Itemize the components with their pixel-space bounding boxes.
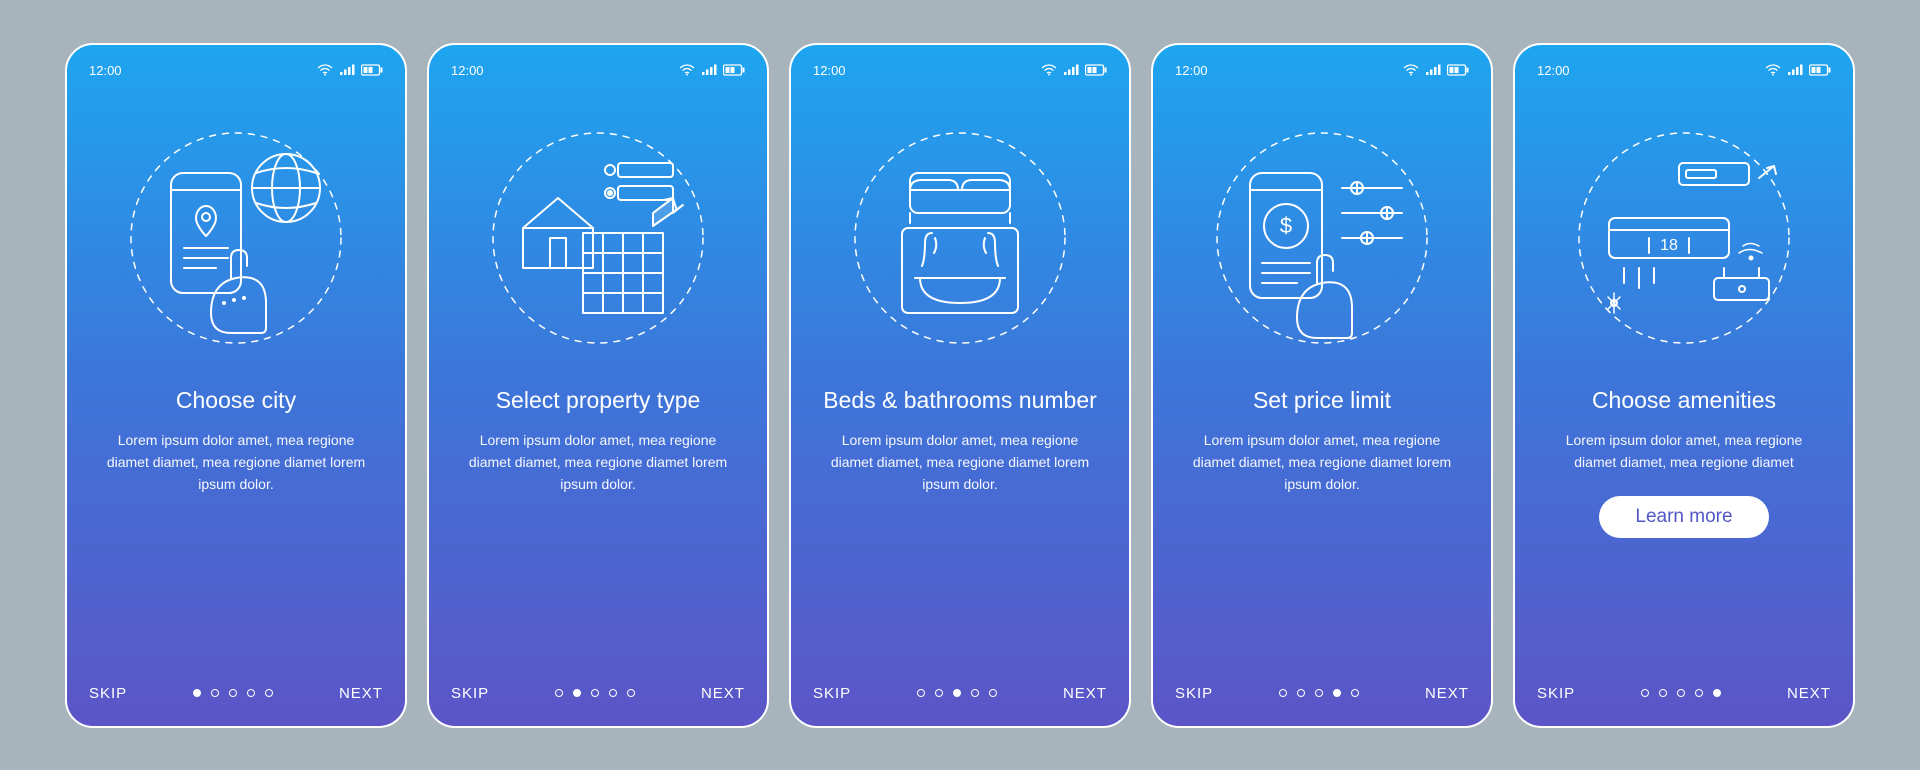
- wifi-icon: [1403, 64, 1419, 76]
- next-button[interactable]: NEXT: [1787, 685, 1831, 702]
- status-bar: 12:00: [89, 63, 383, 78]
- price-limit-icon: $: [1175, 108, 1469, 368]
- onboarding-description: Lorem ipsum dolor amet, mea regione diam…: [89, 430, 383, 495]
- page-dot-0[interactable]: [1279, 689, 1287, 697]
- onboarding-title: Select property type: [451, 386, 745, 415]
- page-dot-2[interactable]: [953, 689, 961, 697]
- page-dot-2[interactable]: [1677, 689, 1685, 697]
- skip-button[interactable]: SKIP: [813, 685, 851, 702]
- wifi-icon: [317, 64, 333, 76]
- page-dot-3[interactable]: [609, 689, 617, 697]
- page-dot-0[interactable]: [555, 689, 563, 697]
- wifi-icon: [1765, 64, 1781, 76]
- onboarding-screen-4: 12:00 18 Choose amenities Lorem ipsum do…: [1513, 43, 1855, 728]
- page-indicator: [555, 689, 635, 697]
- svg-text:18: 18: [1660, 237, 1678, 254]
- choose-city-icon: [89, 108, 383, 368]
- onboarding-description: Lorem ipsum dolor amet, mea regione diam…: [1537, 430, 1831, 473]
- signal-icon: [1425, 64, 1441, 76]
- page-indicator: [1641, 689, 1721, 697]
- svg-text:$: $: [1280, 213, 1292, 238]
- status-time: 12:00: [1175, 63, 1208, 78]
- page-dot-2[interactable]: [229, 689, 237, 697]
- page-dot-2[interactable]: [591, 689, 599, 697]
- next-button[interactable]: NEXT: [1425, 685, 1469, 702]
- skip-button[interactable]: SKIP: [89, 685, 127, 702]
- page-dot-1[interactable]: [935, 689, 943, 697]
- next-button[interactable]: NEXT: [701, 685, 745, 702]
- page-dot-1[interactable]: [1659, 689, 1667, 697]
- page-dot-3[interactable]: [971, 689, 979, 697]
- onboarding-description: Lorem ipsum dolor amet, mea regione diam…: [451, 430, 745, 495]
- signal-icon: [339, 64, 355, 76]
- page-dot-4[interactable]: [265, 689, 273, 697]
- onboarding-screen-3: 12:00 $ Set price limit Lorem ipsum dolo…: [1151, 43, 1493, 728]
- page-dot-4[interactable]: [1713, 689, 1721, 697]
- page-dot-1[interactable]: [1297, 689, 1305, 697]
- page-dot-0[interactable]: [193, 689, 201, 697]
- amenities-icon: 18: [1537, 108, 1831, 368]
- status-bar: 12:00: [1175, 63, 1469, 78]
- wifi-icon: [679, 64, 695, 76]
- status-bar: 12:00: [813, 63, 1107, 78]
- wifi-icon: [1041, 64, 1057, 76]
- onboarding-description: Lorem ipsum dolor amet, mea regione diam…: [1175, 430, 1469, 495]
- onboarding-title: Beds & bathrooms number: [813, 386, 1107, 415]
- status-time: 12:00: [813, 63, 846, 78]
- skip-button[interactable]: SKIP: [1175, 685, 1213, 702]
- property-type-icon: [451, 108, 745, 368]
- next-button[interactable]: NEXT: [339, 685, 383, 702]
- learn-more-button[interactable]: Learn more: [1599, 496, 1768, 538]
- battery-icon: [1809, 64, 1831, 76]
- status-time: 12:00: [1537, 63, 1570, 78]
- onboarding-title: Choose amenities: [1537, 386, 1831, 415]
- battery-icon: [361, 64, 383, 76]
- page-dot-4[interactable]: [989, 689, 997, 697]
- next-button[interactable]: NEXT: [1063, 685, 1107, 702]
- page-dot-3[interactable]: [247, 689, 255, 697]
- page-dot-0[interactable]: [1641, 689, 1649, 697]
- skip-button[interactable]: SKIP: [1537, 685, 1575, 702]
- onboarding-screen-2: 12:00 Beds & bathrooms number Lorem ipsu…: [789, 43, 1131, 728]
- onboarding-description: Lorem ipsum dolor amet, mea regione diam…: [813, 430, 1107, 495]
- page-dot-1[interactable]: [573, 689, 581, 697]
- page-indicator: [917, 689, 997, 697]
- status-bar: 12:00: [1537, 63, 1831, 78]
- page-dot-1[interactable]: [211, 689, 219, 697]
- onboarding-title: Set price limit: [1175, 386, 1469, 415]
- status-bar: 12:00: [451, 63, 745, 78]
- onboarding-screen-0: 12:00 Choose city Lorem ipsum dolor amet…: [65, 43, 407, 728]
- page-indicator: [193, 689, 273, 697]
- signal-icon: [1787, 64, 1803, 76]
- skip-button[interactable]: SKIP: [451, 685, 489, 702]
- onboarding-title: Choose city: [89, 386, 383, 415]
- battery-icon: [1447, 64, 1469, 76]
- page-dot-4[interactable]: [627, 689, 635, 697]
- status-time: 12:00: [451, 63, 484, 78]
- status-time: 12:00: [89, 63, 122, 78]
- page-indicator: [1279, 689, 1359, 697]
- beds-bathrooms-icon: [813, 108, 1107, 368]
- signal-icon: [701, 64, 717, 76]
- page-dot-3[interactable]: [1695, 689, 1703, 697]
- signal-icon: [1063, 64, 1079, 76]
- page-dot-0[interactable]: [917, 689, 925, 697]
- page-dot-4[interactable]: [1351, 689, 1359, 697]
- battery-icon: [1085, 64, 1107, 76]
- page-dot-3[interactable]: [1333, 689, 1341, 697]
- onboarding-screen-1: 12:00 Select property type Lorem ipsum d…: [427, 43, 769, 728]
- page-dot-2[interactable]: [1315, 689, 1323, 697]
- battery-icon: [723, 64, 745, 76]
